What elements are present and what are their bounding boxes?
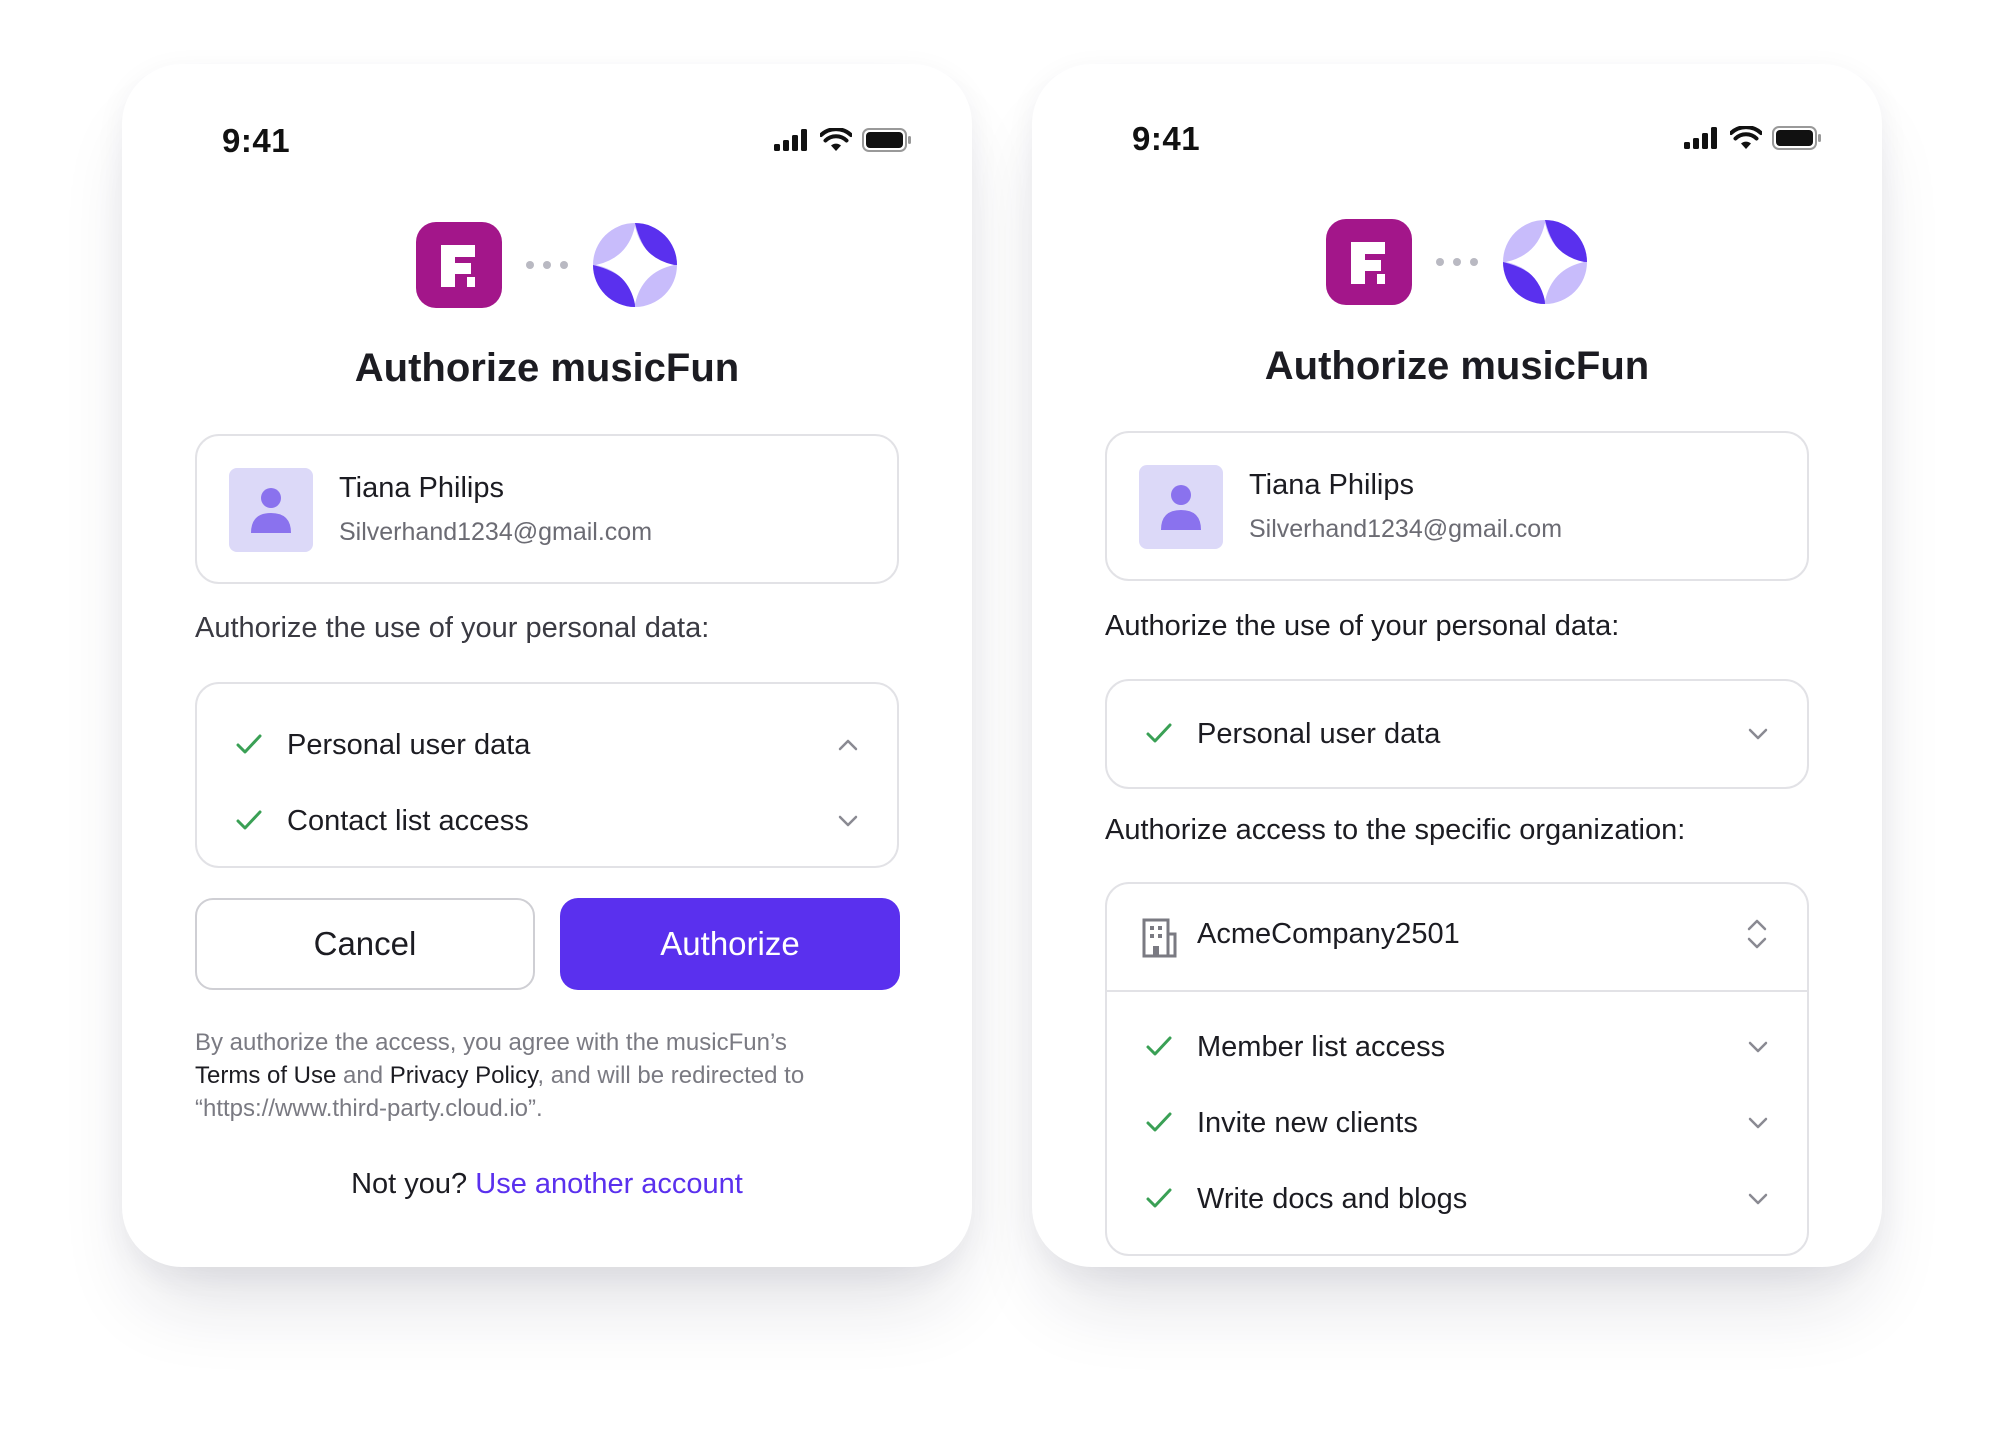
account-name: Tiana Philips [339, 472, 504, 504]
user-avatar-icon [1139, 465, 1223, 549]
permission-list: Personal user data [1105, 679, 1809, 789]
building-icon [1142, 918, 1177, 958]
check-icon [236, 734, 262, 754]
check-icon [1146, 1112, 1172, 1132]
chevron-down-icon[interactable] [837, 814, 859, 828]
sparkle-logo-icon [1503, 220, 1587, 304]
redirect-url: “https://www.third-party.cloud.io”. [195, 1095, 543, 1122]
app-logo-icon [1326, 219, 1412, 305]
wifi-icon [820, 128, 852, 151]
permission-label: Member list access [1197, 1031, 1446, 1063]
app-connection-logos [1032, 217, 1882, 307]
battery-icon [862, 128, 911, 152]
account-card[interactable]: Tiana Philips Silverhand1234@gmail.com [1105, 431, 1809, 581]
chevron-down-icon[interactable] [1747, 727, 1769, 741]
permission-label: Invite new clients [1197, 1107, 1418, 1139]
chevron-down-icon[interactable] [1747, 1192, 1769, 1206]
check-icon [236, 810, 262, 830]
permission-list: Personal user data Contact list access [195, 682, 899, 868]
organization-selector[interactable]: AcmeCompany2501 [1107, 884, 1807, 992]
organization-card: AcmeCompany2501 Member list access Invit… [1105, 882, 1809, 1256]
system-icons [774, 128, 912, 152]
organization-heading: Authorize access to the specific organiz… [1105, 814, 1686, 846]
check-icon [1146, 1036, 1172, 1056]
not-you-text: Not you? [351, 1168, 468, 1200]
personal-data-heading: Authorize the use of your personal data: [195, 612, 710, 644]
app-logo-icon [416, 222, 502, 308]
org-permission-member-list[interactable]: Member list access [1107, 1018, 1807, 1078]
permission-item-contact-list[interactable]: Contact list access [197, 792, 897, 852]
wifi-icon [1730, 126, 1762, 149]
permission-item-personal-data[interactable]: Personal user data [1107, 705, 1807, 765]
status-bar: 9:41 [122, 122, 972, 172]
organization-name: AcmeCompany2501 [1197, 918, 1460, 950]
account-card[interactable]: Tiana Philips Silverhand1234@gmail.com [195, 434, 899, 584]
permission-label: Personal user data [287, 729, 531, 761]
legal-and: and [343, 1062, 384, 1089]
check-icon [1146, 1188, 1172, 1208]
account-name: Tiana Philips [1249, 469, 1414, 501]
chevron-down-icon[interactable] [1747, 1116, 1769, 1130]
legal-notice: By authorize the access, you agree with … [195, 1026, 899, 1125]
permission-label: Contact list access [287, 805, 529, 837]
authorize-screen-expanded: 9:41 Authorize musicFun Tiana Philips Si… [122, 64, 972, 1267]
chevron-up-icon[interactable] [837, 738, 859, 752]
permission-label: Personal user data [1197, 718, 1441, 750]
connection-dots [526, 261, 568, 269]
page-title: Authorize musicFun [354, 346, 740, 390]
signal-icon [774, 129, 807, 151]
account-email: Silverhand1234@gmail.com [1249, 515, 1563, 543]
permission-item-personal-data[interactable]: Personal user data [197, 716, 897, 776]
cancel-button[interactable]: Cancel [195, 898, 535, 990]
sparkle-logo-icon [593, 223, 677, 307]
org-permission-invite-clients[interactable]: Invite new clients [1107, 1094, 1807, 1154]
battery-icon [1772, 126, 1821, 150]
org-permission-write-docs[interactable]: Write docs and blogs [1107, 1170, 1807, 1230]
permission-label: Write docs and blogs [1197, 1183, 1468, 1215]
signal-icon [1684, 127, 1717, 149]
terms-of-use-link[interactable]: Terms of Use [195, 1062, 336, 1089]
use-another-account-link[interactable]: Use another account [475, 1168, 743, 1200]
connection-dots [1436, 258, 1478, 266]
app-connection-logos [122, 220, 972, 310]
account-email: Silverhand1234@gmail.com [339, 518, 653, 546]
user-avatar-icon [229, 468, 313, 552]
status-time: 9:41 [222, 122, 291, 159]
personal-data-heading: Authorize the use of your personal data: [1105, 610, 1620, 642]
authorize-button[interactable]: Authorize [560, 898, 900, 990]
chevron-updown-icon[interactable] [1745, 916, 1769, 952]
page-title: Authorize musicFun [1264, 344, 1650, 388]
status-bar: 9:41 [1032, 120, 1882, 170]
privacy-policy-link[interactable]: Privacy Policy [390, 1062, 538, 1089]
check-icon [1146, 723, 1172, 743]
legal-text: By authorize the access, you agree with … [195, 1029, 787, 1056]
switch-account-row: Not you? Use another account [122, 1168, 972, 1201]
authorize-screen-organization: 9:41 Authorize musicFun Tiana Philips Si… [1032, 64, 1882, 1267]
system-icons [1684, 126, 1822, 150]
chevron-down-icon[interactable] [1747, 1040, 1769, 1054]
legal-text-redirect: , and will be redirected to [537, 1062, 805, 1089]
status-time: 9:41 [1132, 120, 1201, 157]
